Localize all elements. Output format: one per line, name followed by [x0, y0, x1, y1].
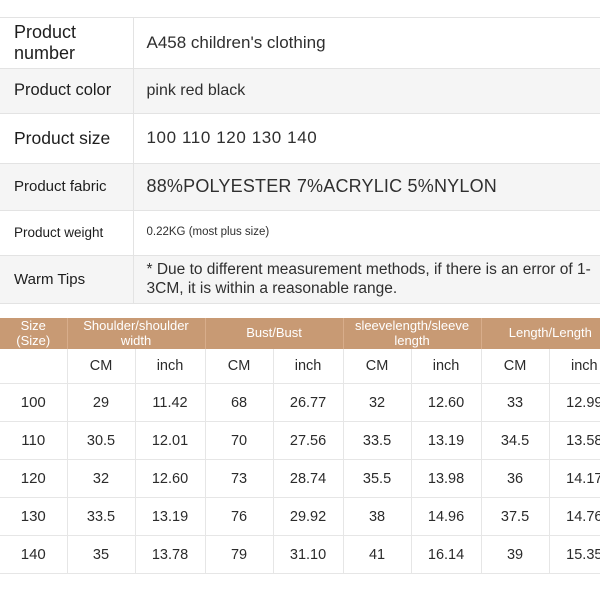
cell-sleeve-cm: 32	[343, 383, 412, 422]
cell-shoulder-cm: 29	[67, 383, 136, 422]
spec-row-product-number: Product number A458 children's clothing	[0, 17, 600, 69]
cell-sleeve-inch: 13.19	[411, 421, 482, 460]
spec-row-product-weight: Product weight 0.22KG (most plus size)	[0, 210, 600, 256]
cell-length-cm: 33	[481, 383, 550, 422]
cell-shoulder-inch: 12.01	[135, 421, 206, 460]
unit-header-shoulder-cm: CM	[67, 349, 136, 384]
cell-sleeve-inch: 12.60	[411, 383, 482, 422]
spec-label-product-color: Product color	[0, 68, 134, 114]
table-row: 110 30.5 12.01 70 27.56 33.5 13.19 34.5 …	[0, 421, 600, 460]
cell-bust-cm: 73	[205, 459, 274, 498]
cell-shoulder-inch: 13.78	[135, 535, 206, 574]
cell-shoulder-inch: 13.19	[135, 497, 206, 536]
spec-row-product-color: Product color pink red black	[0, 68, 600, 114]
cell-length-inch: 14.76	[549, 497, 600, 536]
cell-length-inch: 15.35	[549, 535, 600, 574]
spec-value-product-size: 100 110 120 130 140	[133, 113, 600, 164]
cell-bust-inch: 29.92	[273, 497, 344, 536]
cell-length-cm: 37.5	[481, 497, 550, 536]
group-header-size: Size (Size)	[0, 318, 68, 349]
unit-header-bust-inch: inch	[273, 349, 344, 384]
cell-bust-cm: 70	[205, 421, 274, 460]
unit-header-sleeve-cm: CM	[343, 349, 412, 384]
spec-value-product-fabric: 88%POLYESTER 7%ACRYLIC 5%NYLON	[133, 163, 600, 211]
spec-value-product-number: A458 children's clothing	[133, 17, 600, 69]
cell-length-inch: 12.99	[549, 383, 600, 422]
cell-shoulder-cm: 33.5	[67, 497, 136, 536]
size-label: 110	[0, 421, 68, 460]
cell-length-cm: 34.5	[481, 421, 550, 460]
spec-label-product-weight: Product weight	[0, 210, 134, 256]
unit-header-sleeve-inch: inch	[411, 349, 482, 384]
cell-sleeve-cm: 38	[343, 497, 412, 536]
spec-row-product-size: Product size 100 110 120 130 140	[0, 113, 600, 164]
cell-length-inch: 14.17	[549, 459, 600, 498]
size-label: 120	[0, 459, 68, 498]
cell-sleeve-cm: 41	[343, 535, 412, 574]
cell-bust-cm: 76	[205, 497, 274, 536]
cell-shoulder-cm: 30.5	[67, 421, 136, 460]
cell-bust-cm: 68	[205, 383, 274, 422]
cell-sleeve-cm: 35.5	[343, 459, 412, 498]
product-spec-table: Product number A458 children's clothing …	[0, 17, 600, 304]
cell-shoulder-cm: 32	[67, 459, 136, 498]
cell-sleeve-inch: 16.14	[411, 535, 482, 574]
group-header-shoulder: Shoulder/shoulder width	[67, 318, 206, 349]
unit-header-shoulder-inch: inch	[135, 349, 206, 384]
spec-label-warm-tips: Warm Tips	[0, 255, 134, 304]
cell-bust-inch: 26.77	[273, 383, 344, 422]
cell-bust-cm: 79	[205, 535, 274, 574]
size-label: 100	[0, 383, 68, 422]
spec-value-warm-tips: * Due to different measurement methods, …	[133, 255, 600, 304]
group-header-bust: Bust/Bust	[205, 318, 344, 349]
spec-label-product-fabric: Product fabric	[0, 163, 134, 211]
unit-header-length-cm: CM	[481, 349, 550, 384]
cell-shoulder-inch: 12.60	[135, 459, 206, 498]
cell-sleeve-cm: 33.5	[343, 421, 412, 460]
size-label: 130	[0, 497, 68, 536]
table-row: 130 33.5 13.19 76 29.92 38 14.96 37.5 14…	[0, 497, 600, 536]
spec-row-product-fabric: Product fabric 88%POLYESTER 7%ACRYLIC 5%…	[0, 163, 600, 211]
spec-label-product-size: Product size	[0, 113, 134, 164]
cell-length-cm: 36	[481, 459, 550, 498]
table-row: 140 35 13.78 79 31.10 41 16.14 39 15.35	[0, 535, 600, 574]
size-label: 140	[0, 535, 68, 574]
size-chart-unit-header-row: CM inch CM inch CM inch CM inch	[0, 349, 600, 384]
cell-length-cm: 39	[481, 535, 550, 574]
spec-value-product-weight: 0.22KG (most plus size)	[133, 210, 600, 256]
group-header-length: Length/Length	[481, 318, 600, 349]
group-header-sleeve: sleevelength/sleeve length	[343, 318, 482, 349]
cell-sleeve-inch: 14.96	[411, 497, 482, 536]
unit-header-length-inch: inch	[549, 349, 600, 384]
cell-shoulder-inch: 11.42	[135, 383, 206, 422]
cell-sleeve-inch: 13.98	[411, 459, 482, 498]
size-measurement-chart: Size (Size) Shoulder/shoulder width Bust…	[0, 318, 600, 574]
spec-row-warm-tips: Warm Tips * Due to different measurement…	[0, 255, 600, 304]
spec-label-product-number: Product number	[0, 17, 134, 69]
unit-header-blank	[0, 349, 68, 384]
unit-header-bust-cm: CM	[205, 349, 274, 384]
size-chart-group-header-row: Size (Size) Shoulder/shoulder width Bust…	[0, 318, 600, 349]
table-row: 100 29 11.42 68 26.77 32 12.60 33 12.99	[0, 383, 600, 422]
cell-bust-inch: 27.56	[273, 421, 344, 460]
cell-length-inch: 13.58	[549, 421, 600, 460]
cell-shoulder-cm: 35	[67, 535, 136, 574]
cell-bust-inch: 28.74	[273, 459, 344, 498]
spec-value-product-color: pink red black	[133, 68, 600, 114]
cell-bust-inch: 31.10	[273, 535, 344, 574]
table-row: 120 32 12.60 73 28.74 35.5 13.98 36 14.1…	[0, 459, 600, 498]
